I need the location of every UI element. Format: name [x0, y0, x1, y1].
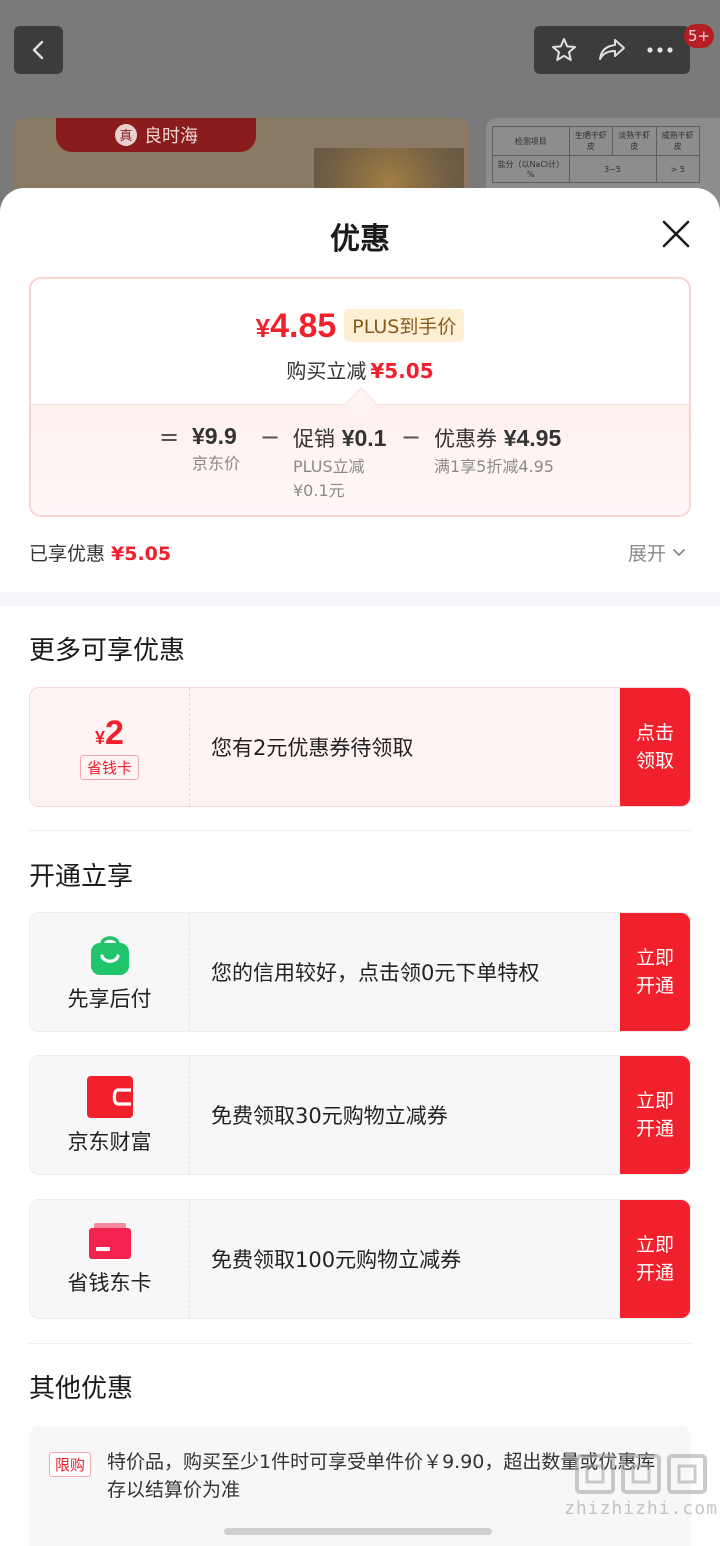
enjoyed-value: ¥5.05 [111, 543, 172, 565]
table-cell: 3~5 [568, 155, 657, 183]
table-header: 淡熟干虾皮 [612, 126, 657, 156]
table-cell: > 5 [655, 155, 701, 183]
chevron-left-icon [32, 40, 43, 60]
table-header: 咸熟干虾皮 [655, 126, 701, 156]
card-icon [88, 1223, 131, 1259]
coupon-amount: ¥2 [95, 714, 124, 753]
final-price-area: ¥4.85 PLUS到手价 购买立减 ¥5.05 [31, 279, 689, 404]
jd-price-value: ¥9.9 [192, 423, 237, 449]
sheet-title: 优惠 [330, 222, 390, 257]
final-price: ¥4.85 [256, 307, 337, 346]
coupon-source-tag: 省钱卡 [79, 755, 139, 780]
coupon-label: 优惠券 [434, 427, 497, 451]
coupon-text: 您有2元优惠券待领取 [211, 736, 414, 760]
promotion-label: 促销 [293, 427, 335, 451]
table-header: 检测项目 [492, 126, 570, 156]
saving-card-label: 省钱东卡 [67, 1271, 152, 1295]
coupon-value: ¥4.95 [503, 425, 562, 451]
promotion-discount: 促销 ¥0.1 PLUS立减 ¥0.1元 [293, 423, 386, 503]
coupon-discount: 优惠券 ¥4.95 满1享5折减4.95 [434, 423, 561, 479]
pay-later-card: 先享后付 您的信用较好，点击领0元下单特权 立即 开通 [29, 912, 691, 1032]
promotion-detail: PLUS立减 ¥0.1元 [293, 457, 365, 500]
wallet-icon [86, 1076, 133, 1118]
top-actions [534, 26, 690, 74]
open-jd-wealth-button[interactable]: 立即 开通 [620, 1056, 690, 1174]
svg-text:真: 真 [119, 129, 132, 144]
coupon-detail: 满1享5折减4.95 [434, 457, 554, 476]
plus-price-tag: PLUS到手价 [344, 309, 465, 342]
section-divider [0, 592, 720, 606]
other-discounts-title: 其他优惠 [29, 1374, 134, 1404]
expand-label: 展开 [628, 543, 667, 565]
pay-later-label: 先享后付 [67, 987, 152, 1011]
shopping-bag-icon [90, 936, 129, 975]
open-pay-later-button[interactable]: 立即 开通 [620, 913, 690, 1031]
home-indicator[interactable] [224, 1528, 492, 1535]
coupon-card: ¥2 省钱卡 您有2元优惠券待领取 点击 领取 [29, 687, 691, 807]
brand-banner: 真 良时海 [56, 118, 256, 152]
message-badge: 5+ [684, 24, 715, 48]
minus-sign: − [401, 423, 422, 451]
jd-price: ¥9.9 京东价 [192, 423, 240, 476]
share-icon[interactable] [590, 26, 634, 74]
open-section-title: 开通立享 [29, 862, 134, 892]
price-breakdown-card: ¥4.85 PLUS到手价 购买立减 ¥5.05 = ¥9.9 京东价 − 促销 … [29, 277, 691, 517]
star-icon[interactable] [542, 26, 586, 74]
table-header: 生晒干虾皮 [568, 126, 614, 156]
watermark-logo-icon [573, 1452, 709, 1496]
jd-wealth-card: 京东财富 免费领取30元购物立减券 立即 开通 [29, 1055, 691, 1175]
open-saving-card-button[interactable]: 立即 开通 [620, 1200, 690, 1318]
coupon-badge: ¥2 省钱卡 [30, 688, 190, 806]
equals-sign: = [159, 423, 180, 451]
jd-price-label: 京东价 [192, 454, 241, 473]
saving-card-badge: 省钱东卡 [30, 1200, 190, 1318]
currency-symbol: ¥ [255, 313, 271, 343]
back-button[interactable] [14, 26, 63, 74]
table-cell: 盐分（以NaCl计）% [492, 155, 570, 183]
promotion-value: ¥0.1 [341, 425, 387, 451]
brand-logo-icon: 真 [115, 124, 137, 146]
coupon-currency: ¥ [95, 728, 106, 748]
instant-discount-value: ¥5.05 [370, 359, 434, 383]
more-icon[interactable] [638, 26, 682, 74]
instant-discount: 购买立减 ¥5.05 [31, 355, 689, 384]
enjoyed-discount: 已享优惠 ¥5.05 [29, 539, 171, 566]
coupon-amount-value: 2 [105, 714, 124, 752]
jd-wealth-text: 免费领取30元购物立减券 [211, 1104, 448, 1128]
expand-button[interactable]: 展开 [628, 539, 686, 566]
limit-tag: 限购 [49, 1452, 92, 1477]
saving-card-card: 省钱东卡 免费领取100元购物立减券 立即 开通 [29, 1199, 691, 1319]
divider [29, 830, 691, 831]
final-price-value: 4.85 [270, 307, 337, 345]
pay-later-badge: 先享后付 [30, 913, 190, 1031]
chevron-down-icon [673, 548, 685, 556]
pay-later-text: 您的信用较好，点击领0元下单特权 [211, 961, 540, 985]
close-button[interactable] [654, 212, 698, 256]
enjoyed-label: 已享优惠 [29, 543, 106, 565]
spec-table: 检测项目 生晒干虾皮 淡熟干虾皮 咸熟干虾皮 盐分（以NaCl计）% 3~5 >… [492, 126, 701, 183]
minus-sign: − [260, 423, 281, 451]
more-discounts-title: 更多可享优惠 [29, 636, 186, 666]
discount-sheet: 优惠 ¥4.85 PLUS到手价 购买立减¥5.05 = ¥9.9 京东价 − [0, 188, 720, 1546]
close-icon [662, 220, 690, 248]
jd-wealth-label: 京东财富 [67, 1130, 152, 1154]
site-watermark: zhizhizhi.com [564, 1452, 718, 1519]
brand-name: 良时海 [144, 126, 198, 147]
divider [29, 1343, 691, 1344]
price-formula: = ¥9.9 京东价 − 促销 ¥0.1 PLUS立减 ¥0.1元 − 优惠券 … [31, 404, 689, 515]
watermark-text: zhizhizhi.com [564, 1498, 718, 1519]
instant-discount-label: 购买立减 [286, 359, 367, 383]
saving-card-text: 免费领取100元购物立减券 [211, 1248, 462, 1272]
claim-coupon-button[interactable]: 点击 领取 [620, 688, 690, 806]
jd-wealth-badge: 京东财富 [30, 1056, 190, 1174]
